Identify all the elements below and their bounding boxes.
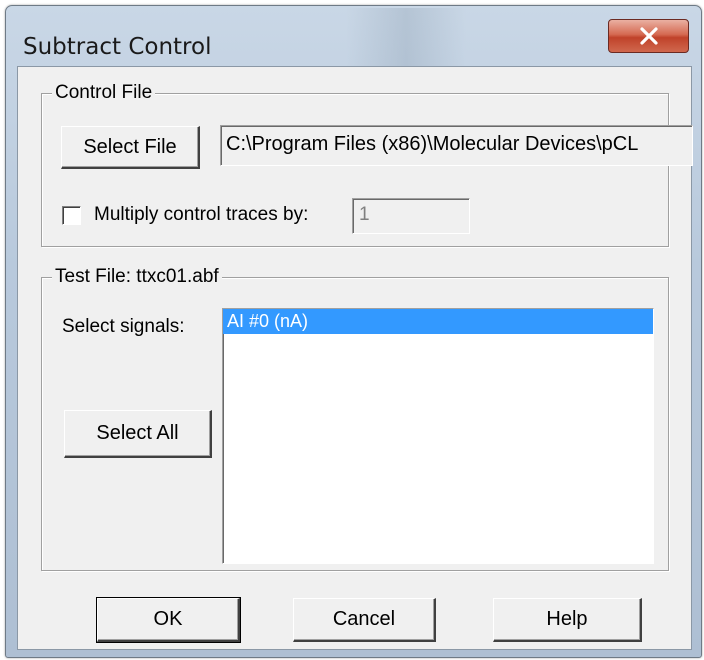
multiply-value: 1 bbox=[359, 204, 370, 225]
ok-label: OK bbox=[153, 608, 183, 630]
subtract-control-dialog: Subtract Control Control File Select Fil… bbox=[5, 5, 702, 658]
help-button[interactable]: Help bbox=[493, 598, 642, 642]
test-file-group: Test File: ttxc01.abf Select signals: Se… bbox=[41, 266, 669, 571]
multiply-checkbox[interactable] bbox=[62, 206, 81, 225]
signal-list-item[interactable]: AI #0 (nA) bbox=[223, 309, 653, 334]
close-button[interactable] bbox=[608, 19, 689, 53]
help-label: Help bbox=[546, 608, 588, 630]
select-file-label: Select File bbox=[83, 135, 177, 158]
select-all-button[interactable]: Select All bbox=[64, 410, 212, 458]
control-file-path-field[interactable]: C:\Program Files (x86)\Molecular Devices… bbox=[220, 125, 693, 166]
control-file-group: Control File Select File C:\Program File… bbox=[41, 82, 693, 247]
test-file-legend: Test File: ttxc01.abf bbox=[52, 266, 222, 288]
ok-button[interactable]: OK bbox=[96, 597, 241, 643]
multiply-label[interactable]: Multiply control traces by: bbox=[94, 204, 308, 226]
multiply-value-field[interactable]: 1 bbox=[352, 198, 470, 234]
signal-item-label: AI #0 (nA) bbox=[227, 311, 309, 331]
window-title: Subtract Control bbox=[23, 34, 212, 60]
control-file-path-value: C:\Program Files (x86)\Molecular Devices… bbox=[226, 133, 639, 155]
signals-listbox[interactable]: AI #0 (nA) bbox=[222, 308, 654, 564]
control-file-legend: Control File bbox=[52, 82, 156, 104]
cancel-button[interactable]: Cancel bbox=[293, 598, 436, 642]
title-bar-glass bbox=[346, 8, 466, 68]
select-file-button[interactable]: Select File bbox=[61, 126, 200, 169]
select-all-label: Select All bbox=[96, 422, 179, 444]
select-signals-label: Select signals: bbox=[62, 316, 185, 337]
close-icon bbox=[639, 27, 658, 45]
cancel-label: Cancel bbox=[332, 608, 396, 630]
dialog-client-area: Control File Select File C:\Program File… bbox=[17, 66, 693, 650]
